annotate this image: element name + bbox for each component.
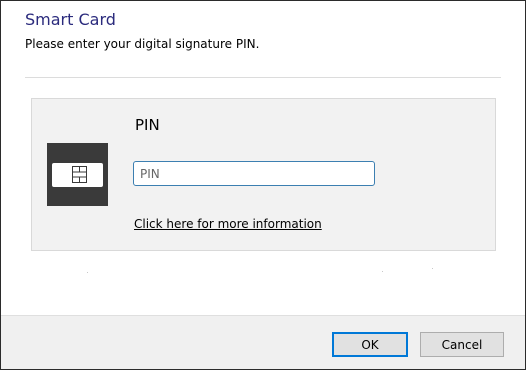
ok-button[interactable]: OK [332,332,408,357]
dialog-title: Smart Card [25,10,116,29]
more-info-link[interactable]: Click here for more information [134,217,322,231]
pin-heading: PIN [135,116,160,134]
header-divider [25,77,501,78]
card-body [52,163,103,187]
pin-input[interactable] [133,161,375,186]
dialog-subtitle: Please enter your digital signature PIN. [25,37,260,51]
card-chip-icon [72,166,87,183]
speck [432,268,433,269]
speck [382,271,383,272]
cancel-button[interactable]: Cancel [420,332,504,357]
dialog-footer: OK Cancel [1,315,525,369]
smart-card-dialog: Smart Card Please enter your digital sig… [0,0,526,370]
speck [87,272,88,273]
smart-card-icon [47,143,108,206]
credential-tile[interactable]: PIN Click here for more information [31,98,496,251]
